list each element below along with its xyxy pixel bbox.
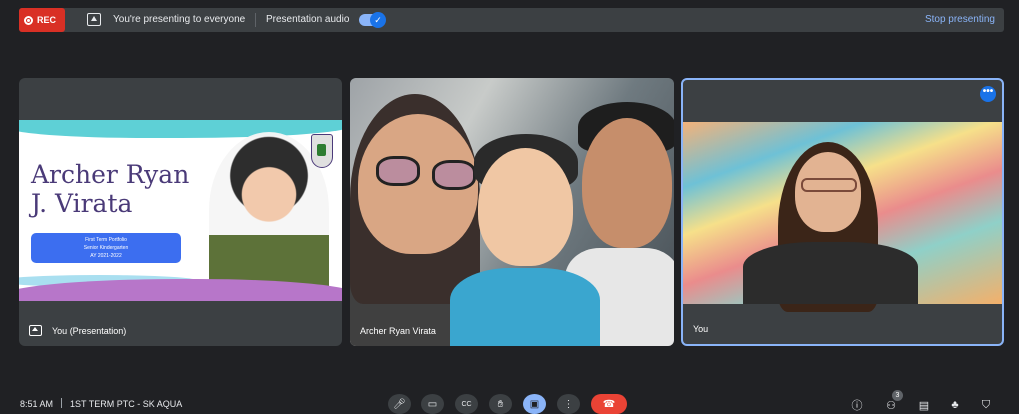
check-icon: ✓ <box>370 12 386 28</box>
participant-figure <box>801 178 857 192</box>
rec-label: REC <box>37 15 57 25</box>
meeting-info: 8:51 AM 1ST TERM PTC - SK AQUA <box>20 398 182 409</box>
participant-name: You (Presentation) <box>52 325 127 336</box>
mic-icon[interactable]: 🎤︎ <box>388 394 411 414</box>
raise-hand-icon[interactable]: ✋︎ <box>489 394 512 414</box>
self-video <box>683 122 1002 312</box>
presenting-bar: REC You're presenting to everyone Presen… <box>19 8 1004 32</box>
clock-time: 8:51 AM <box>20 399 54 409</box>
participant-video <box>350 78 674 346</box>
self-view-tile[interactable]: ••• You <box>681 78 1004 346</box>
slide-subtitle-box: First Term Portfolio Senior Kindergarten… <box>31 233 181 263</box>
meeting-name: 1ST TERM PTC - SK AQUA <box>70 399 183 409</box>
school-crest-icon <box>311 134 333 168</box>
tile-label: You <box>693 324 708 334</box>
host-controls-icon[interactable]: ⛉ <box>978 398 994 412</box>
tile-label: You (Presentation) <box>29 325 126 336</box>
more-vert-icon[interactable]: ⋮ <box>557 394 580 414</box>
presentation-audio-label: Presentation audio <box>266 14 350 25</box>
participant-figure <box>795 152 861 232</box>
tile-label: Archer Ryan Virata <box>360 326 436 336</box>
more-horiz-icon[interactable]: ••• <box>980 86 996 102</box>
camera-icon[interactable]: ▭ <box>421 394 444 414</box>
participant-figure <box>432 160 476 190</box>
slide-subtitle-line1: First Term Portfolio <box>85 237 127 243</box>
slide-decoration <box>19 120 342 138</box>
presentation-audio-toggle[interactable]: ✓ <box>359 12 386 28</box>
chat-icon[interactable]: ▤ <box>916 398 932 412</box>
slide-title: Archer Ryan J. Virata <box>31 160 189 218</box>
participant-figure <box>478 148 573 266</box>
info-icon[interactable]: ⓘ <box>849 398 865 412</box>
record-icon <box>24 15 33 25</box>
activities-icon[interactable]: ♣ <box>947 398 963 412</box>
participant-name: You <box>693 324 709 334</box>
recording-badge: REC <box>19 8 65 32</box>
participant-count-badge: 3 <box>892 390 903 401</box>
stop-presenting-button[interactable]: Stop presenting <box>925 14 995 25</box>
slide-decoration <box>19 279 342 301</box>
captions-icon[interactable]: CC <box>455 394 478 414</box>
present-icon[interactable]: ▣ <box>523 394 546 414</box>
presentation-slide: Archer Ryan J. Virata First Term Portfol… <box>19 120 342 301</box>
slide-title-line1: Archer Ryan <box>31 160 190 189</box>
bottom-toolbar: 8:51 AM 1ST TERM PTC - SK AQUA 🎤︎ ▭ CC ✋︎… <box>0 388 1019 414</box>
presenting-status-text: You're presenting to everyone <box>113 14 246 25</box>
end-call-icon[interactable]: ☎︎ <box>591 394 627 414</box>
participant-figure <box>743 242 918 304</box>
participant-figure <box>582 118 672 248</box>
present-to-all-icon <box>87 13 101 26</box>
divider <box>61 398 63 408</box>
participant-tile[interactable]: Archer Ryan Virata <box>350 78 674 346</box>
participant-figure <box>376 156 420 186</box>
people-icon[interactable]: ⚇ 3 <box>883 390 903 412</box>
divider <box>255 13 256 27</box>
slide-title-line2: J. Virata <box>31 189 133 218</box>
slide-subtitle-line3: AY 2021-2022 <box>90 253 122 259</box>
present-to-all-icon <box>29 325 42 336</box>
participant-name: Archer Ryan Virata <box>360 326 436 336</box>
participant-figure <box>450 268 600 346</box>
presentation-tile[interactable]: Archer Ryan J. Virata First Term Portfol… <box>19 78 342 346</box>
slide-subtitle-line2: Senior Kindergarten <box>83 245 129 251</box>
